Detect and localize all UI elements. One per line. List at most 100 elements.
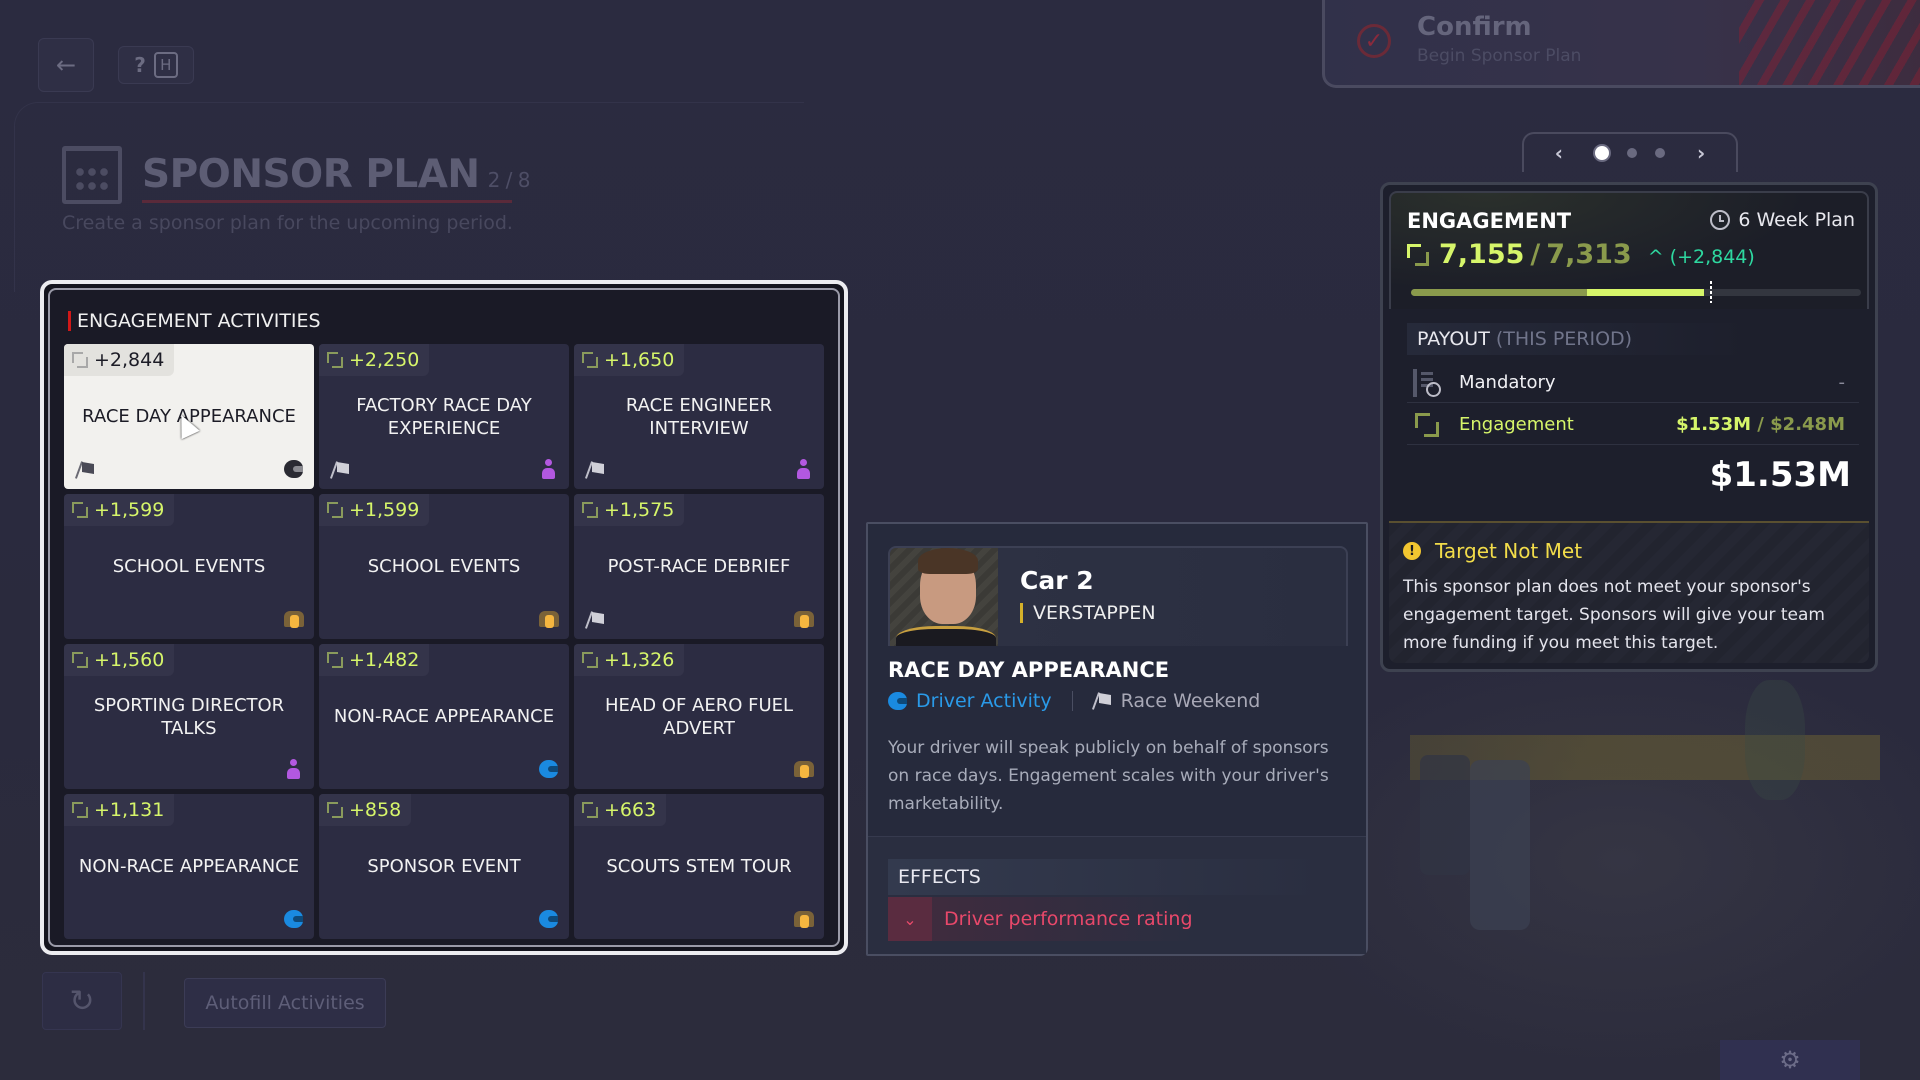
tag-label: Driver Activity <box>916 690 1052 712</box>
engagement-activities-panel: ENGAGEMENT ACTIVITIES +2,844 RACE DAY APP… <box>40 280 848 955</box>
engagement-icon <box>72 501 88 519</box>
warning-title: ! Target Not Met <box>1403 539 1582 563</box>
autofill-activities-button[interactable]: Autofill Activities <box>184 978 386 1028</box>
activity-description: Your driver will speak publicly on behal… <box>888 738 1329 814</box>
engagement-value-badge: +2,844 <box>64 344 175 376</box>
refresh-icon: ↻ <box>69 983 95 1019</box>
section-title: ENGAGEMENT ACTIVITIES <box>68 310 321 332</box>
engagement-current: 7,155 <box>1439 239 1525 270</box>
activity-tile[interactable]: +858 SPONSOR EVENT <box>319 794 569 939</box>
engagement-value-badge: +1,326 <box>574 644 685 676</box>
effect-row: ⌄ Driver performance rating <box>888 897 1328 941</box>
helmet-icon <box>284 459 304 479</box>
activity-tile[interactable]: +2,250 FACTORY RACE DAY EXPERIENCE <box>319 344 569 489</box>
engagement-value: +2,250 <box>349 349 420 371</box>
separator: / <box>1757 414 1771 435</box>
engagement-header: ENGAGEMENT 6 Week Plan 7,155 / 7,313 ^ (… <box>1389 191 1869 309</box>
race-weekend-flag-icon <box>586 461 606 479</box>
activity-tile[interactable]: +1,599 SCHOOL EVENTS <box>319 494 569 639</box>
activity-tile[interactable]: +1,326 HEAD OF AERO FUEL ADVERT <box>574 644 824 789</box>
chevron-right-icon[interactable]: › <box>1683 141 1719 165</box>
confirm-button[interactable]: ✓ Confirm Begin Sponsor Plan <box>1322 0 1920 88</box>
engagement-value: +858 <box>349 799 402 821</box>
activity-tile[interactable]: +1,560 SPORTING DIRECTOR TALKS <box>64 644 314 789</box>
help-icon: ? <box>134 53 146 77</box>
tag-driver-activity: Driver Activity <box>888 690 1052 712</box>
activity-tile[interactable]: +663 SCOUTS STEM TOUR <box>574 794 824 939</box>
background-chair <box>1420 755 1470 875</box>
engagement-summary-panel: ENGAGEMENT 6 Week Plan 7,155 / 7,313 ^ (… <box>1380 182 1878 672</box>
engagement-values: 7,155 / 7,313 ^ (+2,844) <box>1407 239 1755 270</box>
chevron-left-icon[interactable]: ‹ <box>1541 141 1577 165</box>
payout-title: PAYOUT <box>1417 328 1490 350</box>
pager-dot[interactable] <box>1655 148 1665 158</box>
activity-name: POST-RACE DEBRIEF <box>607 556 791 577</box>
driver-name: VERSTAPPEN <box>1020 602 1156 624</box>
effect-label: Driver performance rating <box>944 908 1193 930</box>
activity-tile[interactable]: +1,482 NON-RACE APPEARANCE <box>319 644 569 789</box>
effects-section: EFFECTS ⌄ Driver performance rating <box>868 836 1366 954</box>
person-icon <box>539 459 559 479</box>
clock-icon <box>1710 210 1731 230</box>
helmet-icon <box>284 909 304 929</box>
activity-name: HEAD OF AERO FUEL ADVERT <box>604 694 794 739</box>
engagement-value-badge: +1,482 <box>319 644 430 676</box>
engagement-icon <box>582 801 598 819</box>
payout-header: PAYOUT (THIS PERIOD) <box>1407 323 1747 355</box>
calendar-icon <box>62 146 122 204</box>
background-chair <box>1470 760 1530 930</box>
car-label: Car 2 <box>1020 566 1094 595</box>
accent-bar <box>68 311 71 331</box>
engagement-value-badge: +1,560 <box>64 644 175 676</box>
activity-name: SCOUTS STEM TOUR <box>606 856 792 877</box>
payout-qualifier: (THIS PERIOD) <box>1495 328 1633 350</box>
reset-button[interactable]: ↻ <box>42 972 122 1030</box>
back-button[interactable]: ← <box>38 38 94 92</box>
divider <box>143 972 145 1030</box>
race-weekend-flag-icon <box>76 461 96 479</box>
activity-tile[interactable]: +1,650 RACE ENGINEER INTERVIEW <box>574 344 824 489</box>
group-icon <box>794 909 814 929</box>
activity-tile[interactable]: +1,599 SCHOOL EVENTS <box>64 494 314 639</box>
engagement-icon <box>327 801 343 819</box>
pager-dot[interactable] <box>1595 146 1609 160</box>
payout-label: Engagement <box>1459 414 1574 435</box>
engagement-icon <box>1413 411 1441 439</box>
engagement-icon <box>327 351 343 369</box>
pager-dot[interactable] <box>1627 148 1637 158</box>
separator: / <box>1530 239 1541 270</box>
warning-text: This sponsor plan does not meet your spo… <box>1403 577 1825 653</box>
tag-label: Race Weekend <box>1120 690 1261 712</box>
engagement-target: 7,313 <box>1546 239 1632 270</box>
plan-length: 6 Week Plan <box>1710 209 1855 231</box>
activity-name: SCHOOL EVENTS <box>367 556 521 577</box>
engagement-value: +1,131 <box>94 799 165 821</box>
group-icon <box>284 609 304 629</box>
helmet-icon <box>539 909 559 929</box>
engagement-delta: ^ (+2,844) <box>1647 246 1755 268</box>
activity-name: SPORTING DIRECTOR TALKS <box>93 694 285 739</box>
title-underline <box>142 200 512 203</box>
panel-pager: ‹ › <box>1522 132 1738 172</box>
activity-tile[interactable]: +1,131 NON-RACE APPEARANCE <box>64 794 314 939</box>
activity-tile[interactable]: +1,575 POST-RACE DEBRIEF <box>574 494 824 639</box>
engagement-icon <box>72 801 88 819</box>
engagement-value: +1,650 <box>604 349 675 371</box>
effects-title: EFFECTS <box>888 859 1328 895</box>
progress-existing <box>1411 289 1588 296</box>
payout-row-engagement: Engagement $1.53M / $2.48M <box>1407 405 1859 445</box>
person-icon <box>284 759 304 779</box>
person-icon <box>794 459 814 479</box>
activity-name: RACE ENGINEER INTERVIEW <box>625 394 773 439</box>
settings-button[interactable]: ⚙ <box>1720 1040 1860 1080</box>
confirm-subtitle: Begin Sponsor Plan <box>1417 46 1582 66</box>
engagement-value-badge: +1,131 <box>64 794 175 826</box>
engagement-value: +1,326 <box>604 649 675 671</box>
page-title: SPONSOR PLAN 2 / 8 <box>142 152 530 197</box>
help-button[interactable]: ? H <box>118 46 194 84</box>
engagement-icon <box>582 351 598 369</box>
header-panel <box>14 102 804 292</box>
target-warning: ! Target Not Met This sponsor plan does … <box>1389 521 1869 663</box>
activity-name: SPONSOR EVENT <box>367 856 521 877</box>
engagement-delta-text: (+2,844) <box>1669 246 1755 268</box>
